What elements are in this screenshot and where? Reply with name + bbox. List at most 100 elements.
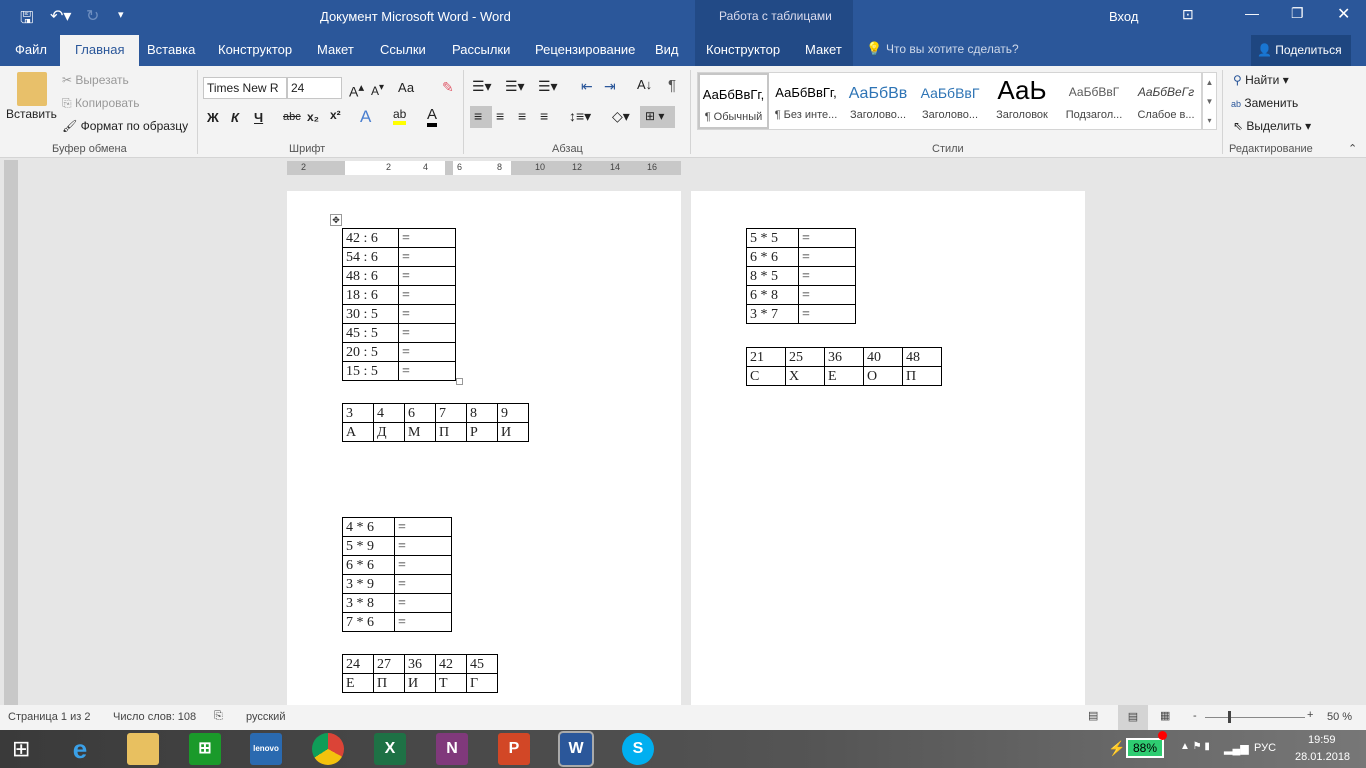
horizontal-ruler[interactable]: 2 2 4 6 8 10 12 14 16 [287, 161, 681, 175]
show-marks-icon[interactable]: ¶ [668, 77, 676, 94]
share-button[interactable]: 👤 Поделиться [1251, 35, 1351, 66]
sign-in-link[interactable]: Вход [1109, 9, 1138, 24]
table-cell[interactable]: = [398, 247, 456, 267]
table-cell[interactable]: = [798, 285, 856, 305]
table-cell[interactable]: 42 : 6 [342, 228, 399, 248]
multiplication-table-2[interactable]: 5 * 5 = 6 * 6 = 8 * 5 = 6 * 8 = 3 * 7 = [746, 228, 856, 324]
print-layout-icon[interactable]: ▤ [1118, 705, 1148, 730]
table-cell[interactable]: Е [342, 673, 374, 693]
grow-font-icon[interactable]: A▴ [349, 80, 364, 100]
table-cell[interactable]: П [902, 366, 942, 386]
table-cell[interactable]: О [863, 366, 903, 386]
table-cell[interactable]: 45 : 5 [342, 323, 399, 343]
store-icon[interactable]: ⊞ [189, 733, 221, 765]
skype-icon[interactable]: S [622, 733, 654, 765]
cut-button[interactable]: ✂ Вырезать [62, 73, 129, 87]
numbering-icon[interactable]: ☰▾ [505, 78, 525, 95]
style-normal[interactable]: АаБбВвГг, ¶ Обычный [698, 73, 769, 129]
save-icon[interactable]: 🖫 [20, 7, 34, 34]
table-cell[interactable]: = [398, 285, 456, 305]
customize-qat-icon[interactable]: ▾ [118, 8, 124, 21]
tab-layout[interactable]: Макет [317, 42, 354, 57]
table-cell[interactable]: 8 [466, 403, 498, 423]
clear-formatting-icon[interactable]: ✎ [442, 79, 454, 96]
table-cell[interactable]: П [373, 673, 405, 693]
word-icon[interactable]: W [558, 731, 594, 767]
table-cell[interactable]: Е [824, 366, 864, 386]
table-move-handle-icon[interactable]: ✥ [330, 214, 342, 226]
table-cell[interactable]: 6 * 6 [342, 555, 395, 575]
table-cell[interactable]: 48 [902, 347, 942, 367]
tab-references[interactable]: Ссылки [380, 42, 426, 57]
letter-key-table-3[interactable]: 21 25 36 40 48 С Х Е О П [746, 347, 942, 386]
table-cell[interactable]: = [398, 228, 456, 248]
table-cell[interactable]: = [398, 266, 456, 286]
signal-icon[interactable]: ▂▄▆ [1224, 742, 1249, 755]
find-button[interactable]: ⚲ Найти ▾ [1233, 73, 1289, 87]
onenote-icon[interactable]: N [436, 733, 468, 765]
table-cell[interactable]: 6 * 8 [746, 285, 799, 305]
page-count[interactable]: Страница 1 из 2 [8, 711, 90, 723]
table-cell[interactable]: = [798, 266, 856, 286]
file-explorer-icon[interactable] [127, 733, 159, 765]
table-cell[interactable]: 24 [342, 654, 374, 674]
powerpoint-icon[interactable]: P [498, 733, 530, 765]
table-cell[interactable]: = [394, 517, 452, 537]
table-cell[interactable]: = [394, 612, 452, 632]
tab-home[interactable]: Главная [60, 35, 140, 66]
zoom-slider[interactable] [1205, 717, 1305, 718]
underline-button[interactable]: Ч [254, 110, 263, 125]
highlight-icon[interactable]: ab [393, 107, 407, 125]
word-count[interactable]: Число слов: 108 [113, 711, 196, 723]
table-cell[interactable]: = [394, 574, 452, 594]
paste-button[interactable]: Вставить [6, 107, 57, 121]
sort-icon[interactable]: A↓ [637, 77, 652, 92]
zoom-level[interactable]: 50 % [1327, 711, 1352, 723]
table-cell[interactable]: 6 * 6 [746, 247, 799, 267]
bold-button[interactable]: Ж [207, 110, 219, 125]
clock-date[interactable]: 28.01.2018 [1295, 751, 1350, 763]
table-cell[interactable]: = [798, 228, 856, 248]
style-subtle-emphasis[interactable]: АаБбВеГг Слабое в... [1130, 73, 1202, 129]
tray-chevron-icon[interactable]: ▲ ⚑ ▮ [1180, 741, 1210, 752]
table-cell[interactable]: 5 * 5 [746, 228, 799, 248]
table-cell[interactable]: 36 [404, 654, 436, 674]
close-button[interactable]: ✕ [1337, 4, 1350, 24]
minimize-button[interactable]: — [1245, 5, 1259, 21]
table-cell[interactable]: П [435, 422, 467, 442]
table-cell[interactable]: 40 [863, 347, 903, 367]
vertical-ruler[interactable] [4, 160, 18, 705]
table-cell[interactable]: 45 [466, 654, 498, 674]
font-color-icon[interactable]: A [427, 106, 438, 127]
proofing-icon[interactable]: ⎘ [214, 710, 223, 723]
battery-indicator[interactable]: 88% [1126, 738, 1164, 758]
tell-me-input[interactable]: Что вы хотите сделать? [886, 42, 1019, 56]
select-button[interactable]: ⇖ Выделить ▾ [1233, 119, 1311, 133]
multiplication-table-1[interactable]: 4 * 6 = 5 * 9 = 6 * 6 = 3 * 9 = 3 * 8 = 7 * 6 = [342, 517, 452, 632]
tab-table-design[interactable]: Конструктор [706, 42, 780, 57]
italic-button[interactable]: К [231, 110, 239, 125]
table-cell[interactable]: 3 * 9 [342, 574, 395, 594]
table-cell[interactable]: = [394, 555, 452, 575]
edge-icon[interactable]: e [64, 733, 96, 765]
styles-scroll[interactable]: ▲ ▼ ▾ [1202, 72, 1217, 130]
table-cell[interactable]: 9 [497, 403, 529, 423]
clock-time[interactable]: 19:59 [1308, 734, 1336, 746]
start-button[interactable]: ⊞ [12, 736, 30, 762]
align-left-icon[interactable]: ≡ [474, 108, 482, 124]
font-name-select[interactable]: Times New R [203, 77, 287, 99]
line-spacing-icon[interactable]: ↕≡▾ [569, 108, 591, 125]
copy-button[interactable]: ⎘ Копировать [62, 96, 140, 111]
tab-table-layout[interactable]: Макет [805, 42, 842, 57]
table-cell[interactable]: Г [466, 673, 498, 693]
superscript-icon[interactable]: x² [330, 108, 341, 122]
multilevel-list-icon[interactable]: ☰▾ [538, 78, 558, 95]
table-cell[interactable]: М [404, 422, 436, 442]
replace-button[interactable]: ab Заменить [1231, 96, 1298, 110]
table-cell[interactable]: 15 : 5 [342, 361, 399, 381]
table-cell[interactable]: Р [466, 422, 498, 442]
table-cell[interactable]: 54 : 6 [342, 247, 399, 267]
justify-icon[interactable]: ≡ [540, 108, 548, 124]
paste-icon[interactable] [17, 72, 47, 106]
style-title[interactable]: АаЬ Заголовок [986, 73, 1058, 129]
